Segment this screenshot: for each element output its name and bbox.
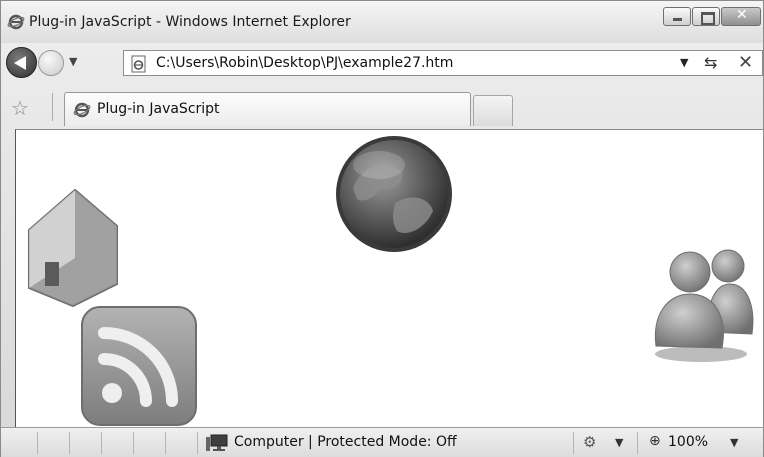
recent-pages-dropdown-icon[interactable]: ▼ (69, 55, 77, 68)
status-divider (573, 432, 574, 454)
back-button[interactable] (6, 47, 37, 78)
browser-window: Plug-in JavaScript - Windows Internet Ex… (0, 0, 764, 457)
status-divider (101, 432, 102, 454)
status-divider (197, 432, 198, 454)
status-divider (133, 432, 134, 454)
tab-bar: ☆ Plug-in JavaScript (1, 85, 763, 129)
status-divider (165, 432, 166, 454)
address-bar[interactable]: C:\Users\Robin\Desktop\PJ\example27.htm … (123, 50, 763, 76)
zoom-dropdown-icon[interactable]: ▼ (730, 436, 738, 449)
status-dropdown-icon[interactable]: ▼ (615, 436, 623, 449)
ie-logo-icon (7, 13, 25, 35)
window-title: Plug-in JavaScript - Windows Internet Ex… (29, 14, 351, 30)
house-icon (23, 188, 143, 314)
page-content (15, 129, 763, 427)
address-input[interactable]: C:\Users\Robin\Desktop\PJ\example27.htm (156, 55, 453, 71)
users-icon (646, 242, 761, 374)
window-controls (662, 7, 761, 26)
globe-icon (333, 133, 455, 259)
favorites-star-icon[interactable]: ☆ (11, 96, 29, 120)
tab-label: Plug-in JavaScript (97, 101, 220, 117)
divider (52, 93, 53, 121)
status-divider (37, 432, 38, 454)
new-tab-button[interactable] (473, 95, 513, 126)
navigation-bar: ▼ C:\Users\Robin\Desktop\PJ\example27.ht… (1, 43, 763, 85)
rss-icon (80, 305, 200, 431)
page-icon (130, 55, 148, 77)
ie-page-icon (73, 101, 91, 123)
tab-plug-in-javascript[interactable]: Plug-in JavaScript (64, 92, 471, 126)
zoom-level[interactable]: 100% (668, 434, 708, 450)
change-status-icon[interactable]: ⚙ (583, 433, 596, 451)
forward-button[interactable] (38, 50, 64, 76)
status-divider (69, 432, 70, 454)
stop-icon[interactable]: ✕ (738, 52, 753, 73)
maximize-button[interactable] (692, 7, 720, 26)
close-button[interactable] (721, 7, 761, 26)
address-dropdown-icon[interactable]: ▼ (680, 56, 688, 69)
status-bar: Computer | Protected Mode: Off ⚙ ▼ ⊕ 100… (1, 427, 763, 457)
refresh-icon[interactable]: ⇆ (704, 53, 717, 72)
computer-zone-icon (206, 434, 228, 456)
zoom-icon[interactable]: ⊕ (649, 433, 661, 449)
security-zone-text: Computer | Protected Mode: Off (234, 434, 457, 450)
minimize-button[interactable] (663, 7, 691, 26)
title-bar: Plug-in JavaScript - Windows Internet Ex… (1, 1, 763, 43)
status-divider (637, 432, 638, 454)
